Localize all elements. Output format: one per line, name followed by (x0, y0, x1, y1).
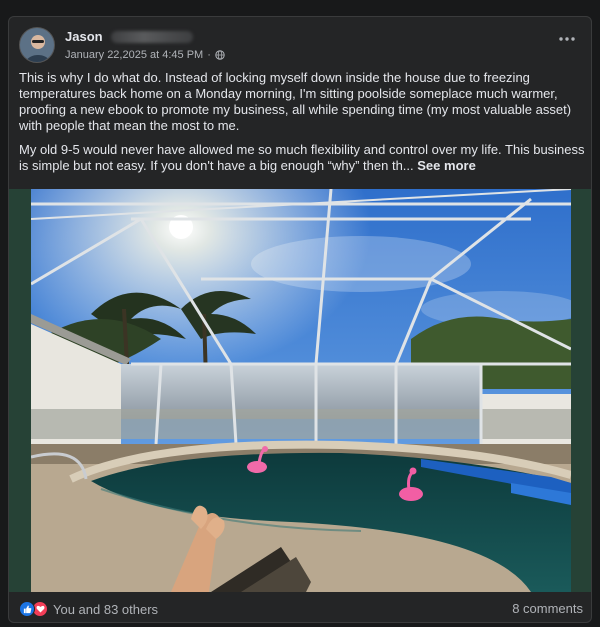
author-name[interactable]: Jason (65, 29, 103, 44)
post-timestamp[interactable]: January 22,2025 at 4:45 PM (65, 49, 203, 61)
post-footer: You and 83 others 8 comments (9, 594, 591, 622)
see-more-link[interactable]: See more (417, 158, 476, 173)
redacted-name (111, 31, 193, 43)
post-meta: January 22,2025 at 4:45 PM · (65, 49, 225, 61)
avatar[interactable] (19, 27, 55, 63)
comments-count[interactable]: 8 comments (512, 601, 583, 616)
post-paragraph-text: My old 9-5 would never have allowed me s… (19, 142, 585, 173)
post-paragraph: This is why I do what do. Instead of loc… (19, 70, 572, 133)
post-photo[interactable] (31, 189, 571, 592)
photo-frame (9, 189, 591, 592)
more-options-icon[interactable] (551, 27, 583, 51)
meta-separator: · (207, 49, 211, 61)
post-body: This is why I do what do. Instead of loc… (19, 70, 585, 182)
like-icon (19, 601, 35, 617)
facebook-post: Jason January 22,2025 at 4:45 PM · This … (8, 16, 592, 623)
reaction-summary[interactable]: You and 83 others (19, 601, 158, 617)
post-paragraph: My old 9-5 would never have allowed me s… (19, 142, 585, 174)
post-header: Jason January 22,2025 at 4:45 PM · (19, 27, 579, 69)
globe-icon[interactable] (215, 50, 225, 60)
reactions-count[interactable]: You and 83 others (53, 602, 158, 617)
